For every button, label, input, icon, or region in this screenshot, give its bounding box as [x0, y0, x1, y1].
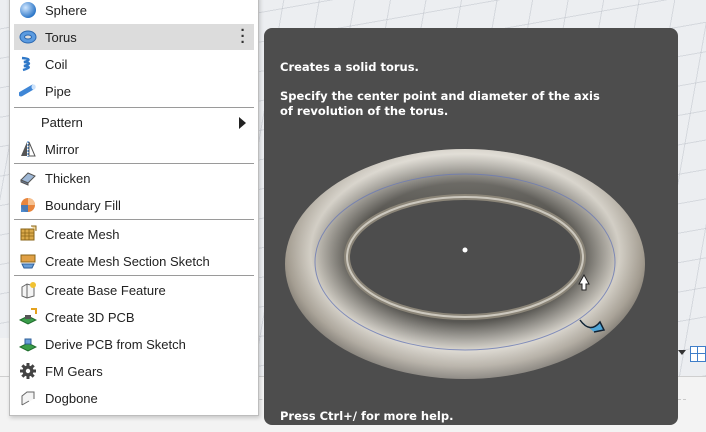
- menu-item-create-base-feature[interactable]: Create Base Feature: [14, 277, 254, 303]
- menu-item-label: Thicken: [45, 170, 91, 186]
- menu-item-label: Torus: [45, 29, 77, 45]
- menu-separator: [14, 219, 254, 220]
- menu-item-create-mesh-section-sketch[interactable]: Create Mesh Section Sketch: [14, 248, 254, 274]
- menu-item-create-3d-pcb[interactable]: Create 3D PCB: [14, 304, 254, 330]
- menu-item-label: Create 3D PCB: [45, 309, 135, 325]
- menu-item-label: Mirror: [45, 141, 79, 157]
- menu-separator: [14, 107, 254, 108]
- mirror-icon: [19, 140, 37, 158]
- menu-item-label: Pipe: [45, 83, 72, 99]
- menu-item-label: FM Gears: [45, 363, 103, 379]
- menu-item-label: Coil: [45, 56, 68, 72]
- menu-item-pipe[interactable]: Pipe: [14, 78, 254, 104]
- derive-pcb-icon: [19, 335, 37, 353]
- menu-item-pattern[interactable]: Pattern: [14, 109, 254, 135]
- submenu-arrow-icon: [239, 117, 246, 129]
- menu-item-mirror[interactable]: Mirror: [14, 136, 254, 162]
- display-settings-caret-icon[interactable]: [678, 350, 686, 355]
- menu-item-label: Boundary Fill: [45, 197, 121, 213]
- menu-item-derive-pcb-from-sketch[interactable]: Derive PCB from Sketch: [14, 331, 254, 357]
- gear-icon: [19, 362, 37, 380]
- menu-separator: [14, 163, 254, 164]
- mesh-section-sketch-icon: [19, 252, 37, 270]
- menu-item-label: Dogbone: [45, 390, 98, 406]
- more-options-icon[interactable]: · · ·: [240, 23, 246, 50]
- menu-item-label: Sphere: [45, 2, 87, 18]
- torus-preview-image: [285, 149, 645, 379]
- tooltip-title: Creates a solid torus.: [280, 60, 419, 74]
- boundary-fill-icon: [19, 196, 37, 214]
- menu-item-label: Pattern: [41, 114, 83, 130]
- base-feature-icon: [19, 281, 37, 299]
- menu-item-label: Create Mesh Section Sketch: [45, 253, 210, 269]
- menu-item-dogbone[interactable]: Dogbone: [14, 385, 254, 411]
- create-mesh-icon: [19, 225, 37, 243]
- create-dropdown-menu: Sphere Torus · · · Coil Pipe Pattern Mirro…: [9, 0, 259, 416]
- pipe-icon: [19, 82, 37, 100]
- menu-item-coil[interactable]: Coil: [14, 51, 254, 77]
- thicken-icon: [19, 169, 37, 187]
- menu-item-thicken[interactable]: Thicken: [14, 165, 254, 191]
- menu-item-boundary-fill[interactable]: Boundary Fill: [14, 192, 254, 218]
- torus-icon: [19, 28, 37, 46]
- tooltip-description: Specify the center point and diameter of…: [280, 89, 600, 118]
- grid-display-icon[interactable]: [690, 346, 706, 362]
- menu-item-sphere[interactable]: Sphere: [14, 0, 254, 23]
- menu-item-label: Create Mesh: [45, 226, 120, 242]
- coil-icon: [19, 55, 37, 73]
- menu-item-label: Create Base Feature: [45, 282, 166, 298]
- dogbone-icon: [19, 389, 37, 407]
- menu-item-label: Derive PCB from Sketch: [45, 336, 186, 352]
- tooltip-footer: Press Ctrl+/ for more help.: [280, 409, 454, 423]
- menu-separator: [14, 275, 254, 276]
- tool-tooltip: Creates a solid torus. Specify the cente…: [264, 28, 678, 425]
- pcb-3d-icon: [19, 308, 37, 326]
- menu-item-fm-gears[interactable]: FM Gears: [14, 358, 254, 384]
- sphere-icon: [19, 1, 37, 19]
- menu-item-create-mesh[interactable]: Create Mesh: [14, 221, 254, 247]
- menu-item-torus[interactable]: Torus · · ·: [14, 23, 254, 50]
